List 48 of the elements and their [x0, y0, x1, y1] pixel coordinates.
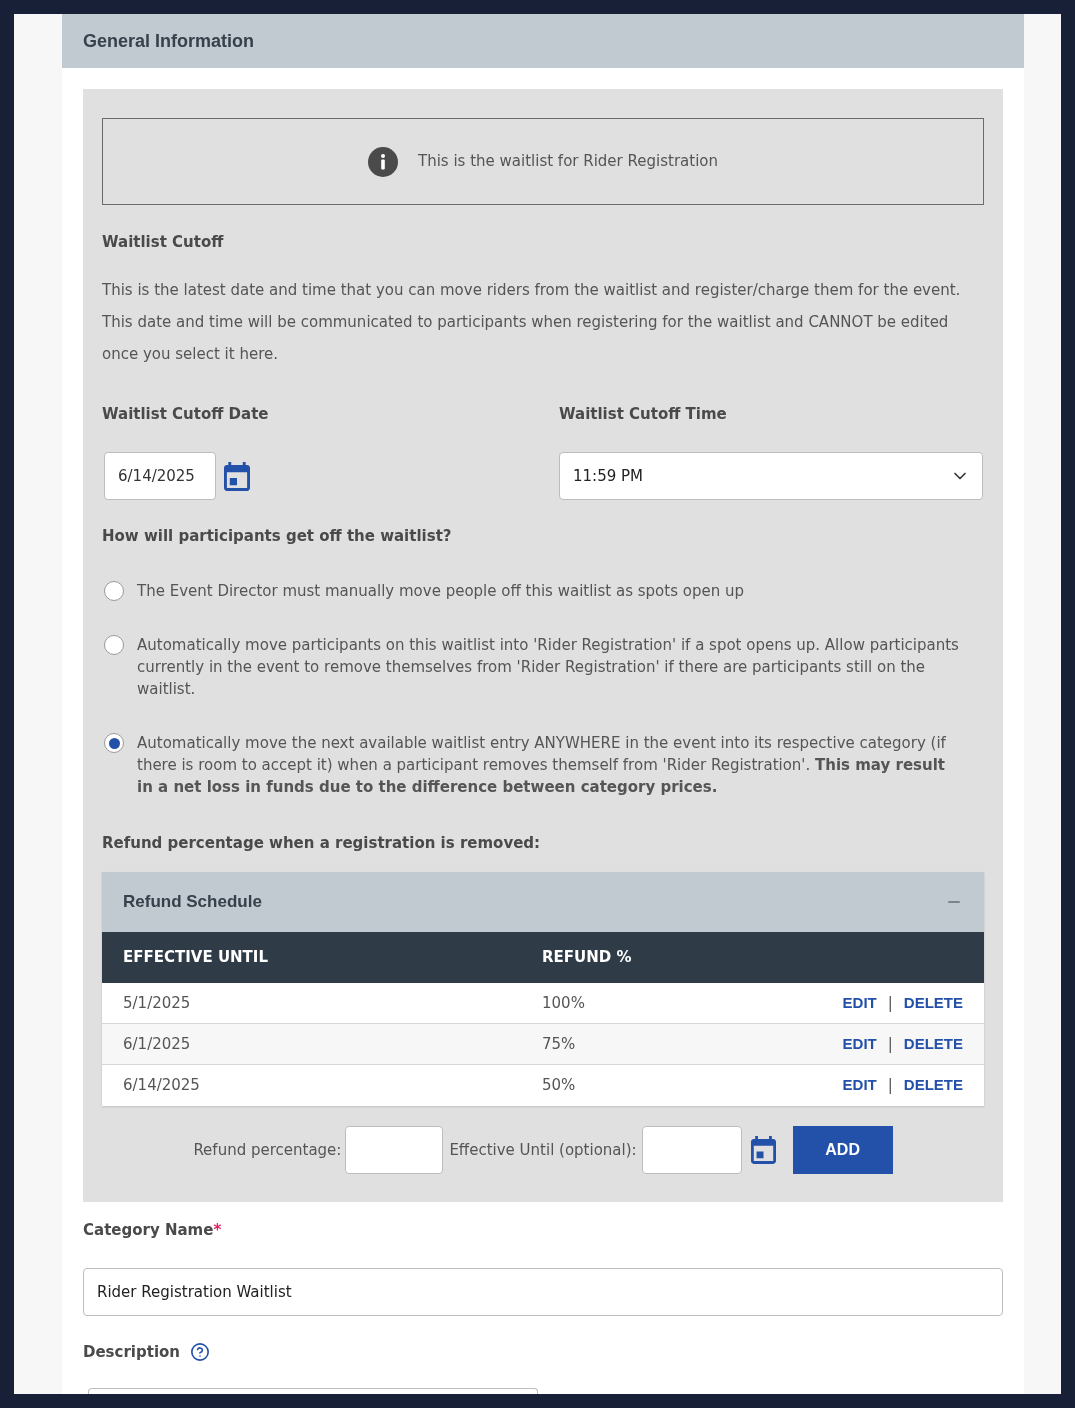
- column-header: REFUND %: [542, 947, 632, 969]
- section-heading: Waitlist Cutoff: [102, 232, 224, 252]
- info-banner-text: This is the waitlist for Rider Registration: [418, 151, 718, 173]
- calendar-icon[interactable]: [224, 461, 250, 491]
- radio-button[interactable]: [104, 635, 124, 655]
- question-label: How will participants get off the waitlist?: [102, 526, 452, 546]
- cutoff-description: This is the latest date and time that you can move riders from the waitlist and register/charge them for the event. This date and time will be communicated to participants when registering for the waitlist and CANNOT be edited once you select it here.: [102, 280, 962, 365]
- table-cell-text: 5/1/2025: [123, 992, 191, 1014]
- calendar-icon[interactable]: [750, 1136, 776, 1164]
- category-name-field[interactable]: Rider Registration Waitlist: [83, 1268, 1003, 1316]
- section-title: General Information: [83, 29, 255, 53]
- time-select[interactable]: 11:59 PM: [559, 452, 983, 500]
- delete-link[interactable]: DELETE: [903, 991, 963, 1015]
- delete-link[interactable]: DELETE: [903, 1074, 963, 1097]
- edit-link[interactable]: EDIT: [842, 1032, 877, 1056]
- field-label: Category Name: [83, 1220, 214, 1240]
- help-icon[interactable]: [191, 1343, 210, 1361]
- required-mark: *: [213, 1220, 222, 1240]
- field-label: Effective Until (optional):: [449, 1139, 637, 1161]
- delete-link[interactable]: DELETE: [903, 1032, 963, 1056]
- field-label: Waitlist Cutoff Time: [559, 404, 727, 424]
- option-label: Automatically move the next available waitlist entry ANYWHERE in the event into its respective category (if there is room to accept it) when a participant removes themself from 'Rider Registration'. This may result in a net loss in funds due to the difference between category prices.: [137, 733, 947, 798]
- table-cell-text: 100%: [542, 992, 585, 1014]
- description-field[interactable]: [88, 1388, 538, 1394]
- action-separator: |: [887, 992, 893, 1014]
- effective-until-field[interactable]: [641, 1126, 742, 1174]
- edit-link[interactable]: EDIT: [842, 991, 877, 1015]
- refund-label: Refund percentage when a registration is removed:: [102, 833, 541, 853]
- radio-button[interactable]: [104, 581, 124, 601]
- radio-button[interactable]: [104, 733, 124, 753]
- field-label: Description: [83, 1342, 181, 1362]
- edit-link[interactable]: EDIT: [842, 1074, 877, 1097]
- add-button[interactable]: ADD: [792, 1126, 893, 1174]
- option-label: The Event Director must manually move people off this waitlist as spots open up: [137, 581, 745, 602]
- table-cell-text: 50%: [542, 1075, 576, 1097]
- table-cell-text: 6/14/2025: [123, 1075, 200, 1097]
- refund-percentage-field[interactable]: [345, 1126, 444, 1174]
- card-title: Refund Schedule: [123, 891, 262, 914]
- option-label: Automatically move participants on this waitlist into 'Rider Registration' if a spot opens up. Allow participants currently in the event to remove themselves from 'Rider Registration' if there are participants still on the waitlist.: [137, 635, 960, 700]
- table-cell-text: 75%: [542, 1033, 576, 1055]
- table-cell-text: 6/1/2025: [123, 1033, 191, 1055]
- info-icon: [368, 146, 398, 177]
- column-header: EFFECTIVE UNTIL: [122, 947, 268, 969]
- field-label: Refund percentage:: [193, 1139, 342, 1161]
- date-field[interactable]: 6/14/2025: [104, 452, 216, 500]
- action-separator: |: [887, 1075, 893, 1097]
- field-label: Waitlist Cutoff Date: [102, 404, 269, 424]
- action-separator: |: [887, 1033, 893, 1055]
